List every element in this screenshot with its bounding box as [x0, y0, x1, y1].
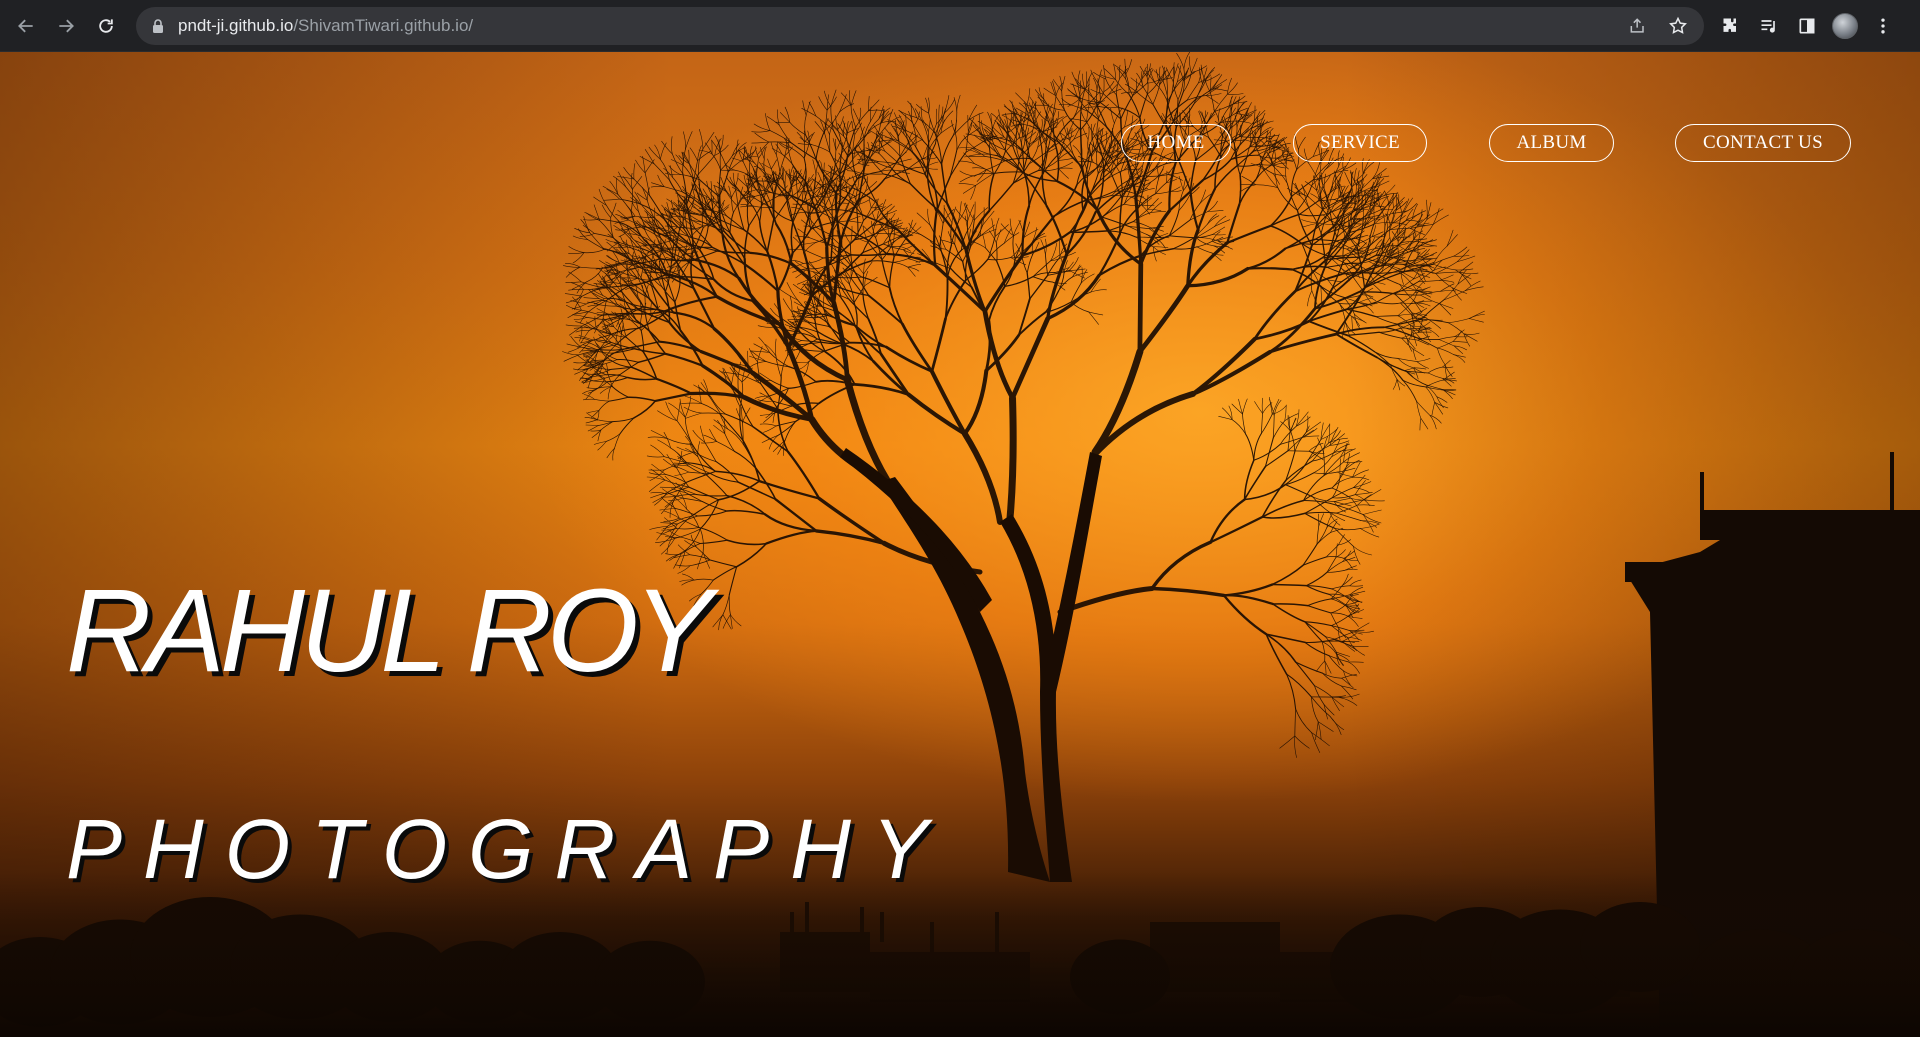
- url-text: pndt-ji.github.io/ShivamTiwari.github.io…: [178, 16, 473, 36]
- reload-icon[interactable]: [90, 10, 122, 42]
- star-bookmark-icon[interactable]: [1662, 10, 1694, 42]
- lock-icon: [153, 19, 163, 33]
- avatar: [1832, 13, 1858, 39]
- url-path: /ShivamTiwari.github.io/: [293, 16, 474, 35]
- url-host: pndt-ji.github.io: [178, 16, 294, 35]
- hero-section: HOME SERVICE ALBUM CONTACT US RAHUL ROY …: [0, 52, 1920, 1037]
- extensions-puzzle-icon[interactable]: [1715, 10, 1747, 42]
- media-queue-icon[interactable]: [1753, 10, 1785, 42]
- back-arrow-icon[interactable]: [10, 10, 42, 42]
- side-panel-icon[interactable]: [1791, 10, 1823, 42]
- nav-contact-us-button[interactable]: CONTACT US: [1675, 124, 1851, 162]
- forward-arrow-icon[interactable]: [50, 10, 82, 42]
- profile-avatar[interactable]: [1829, 10, 1861, 42]
- nav-home-button[interactable]: HOME: [1121, 124, 1231, 162]
- nav-service-button[interactable]: SERVICE: [1293, 124, 1427, 162]
- browser-toolbar: pndt-ji.github.io/ShivamTiwari.github.io…: [0, 0, 1920, 52]
- main-nav: HOME SERVICE ALBUM CONTACT US: [0, 124, 1920, 164]
- share-icon[interactable]: [1622, 10, 1654, 42]
- nav-album-button[interactable]: ALBUM: [1489, 124, 1614, 162]
- hero-subtitle: PHOTOGRAPHY: [66, 802, 949, 896]
- menu-kebab-icon[interactable]: [1867, 10, 1899, 42]
- address-bar[interactable]: pndt-ji.github.io/ShivamTiwari.github.io…: [136, 7, 1704, 45]
- hero-title: RAHUL ROY: [66, 565, 712, 697]
